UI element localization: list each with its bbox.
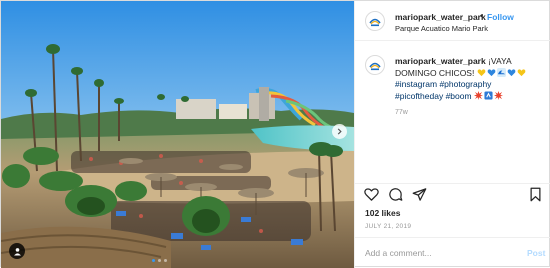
likes-count[interactable]: 102 likes xyxy=(365,208,400,218)
avatar[interactable] xyxy=(365,55,385,75)
caption-text: mariopark_water_park ¡VAYA DOMINGO CHICO… xyxy=(395,56,545,102)
heart-icon xyxy=(364,188,379,201)
post-actions-bar xyxy=(355,183,550,205)
tagged-users-button[interactable] xyxy=(9,243,25,259)
post-date: JULY 21, 2019 xyxy=(365,223,412,230)
mario-park-logo-icon xyxy=(369,62,381,71)
hashtag-link[interactable]: #photography xyxy=(439,79,491,89)
mario-park-logo-icon xyxy=(369,18,381,27)
post-photo[interactable] xyxy=(1,1,354,268)
carousel-dot-active xyxy=(152,259,155,262)
hashtag-link[interactable]: #picoftheday xyxy=(395,91,443,101)
carousel-dot xyxy=(158,259,161,262)
post-header: mariopark_water_park • Follow Parque Acu… xyxy=(355,1,550,41)
comment-button[interactable] xyxy=(388,187,403,204)
water-wave-icon xyxy=(496,67,506,77)
carousel-next-button[interactable] xyxy=(332,124,347,139)
location-link[interactable]: Parque Acuatico Mario Park xyxy=(395,24,488,33)
hashtag-link[interactable]: #instagram xyxy=(395,79,437,89)
avatar[interactable] xyxy=(365,11,385,31)
bookmark-icon xyxy=(530,187,541,202)
caption-time[interactable]: 77w xyxy=(395,109,408,116)
water-park-photo xyxy=(1,1,354,268)
caption-emojis xyxy=(477,67,527,78)
comment-input[interactable] xyxy=(365,246,505,260)
instagram-post: mariopark_water_park • Follow Parque Acu… xyxy=(0,0,550,268)
caption-username-link[interactable]: mariopark_water_park xyxy=(395,56,486,66)
carousel-dot xyxy=(164,259,167,262)
carousel-dots xyxy=(152,259,167,262)
chevron-right-icon xyxy=(337,128,342,135)
hashtag-link[interactable]: #boom xyxy=(446,91,472,101)
paper-plane-icon xyxy=(412,188,427,201)
post-details-panel: mariopark_water_park • Follow Parque Acu… xyxy=(354,1,550,268)
blue-heart-icon xyxy=(507,68,516,76)
add-comment-bar: Post xyxy=(355,237,550,267)
save-button[interactable] xyxy=(529,187,542,204)
person-icon xyxy=(13,247,21,256)
like-button[interactable] xyxy=(364,187,379,204)
yellow-heart-icon xyxy=(477,68,486,76)
blue-heart-icon xyxy=(487,68,496,76)
follow-button[interactable]: Follow xyxy=(487,12,514,22)
collision-icon xyxy=(473,90,483,100)
post-comment-button[interactable]: Post xyxy=(527,248,545,258)
comment-bubble-icon xyxy=(389,188,403,201)
collision-icon xyxy=(493,90,503,100)
sos-square-icon xyxy=(484,90,493,100)
username-link[interactable]: mariopark_water_park xyxy=(395,12,486,22)
caption-trailing-emojis xyxy=(473,90,504,101)
share-button[interactable] xyxy=(412,187,427,204)
separator-dot: • xyxy=(480,11,484,21)
yellow-heart-icon xyxy=(517,68,526,76)
